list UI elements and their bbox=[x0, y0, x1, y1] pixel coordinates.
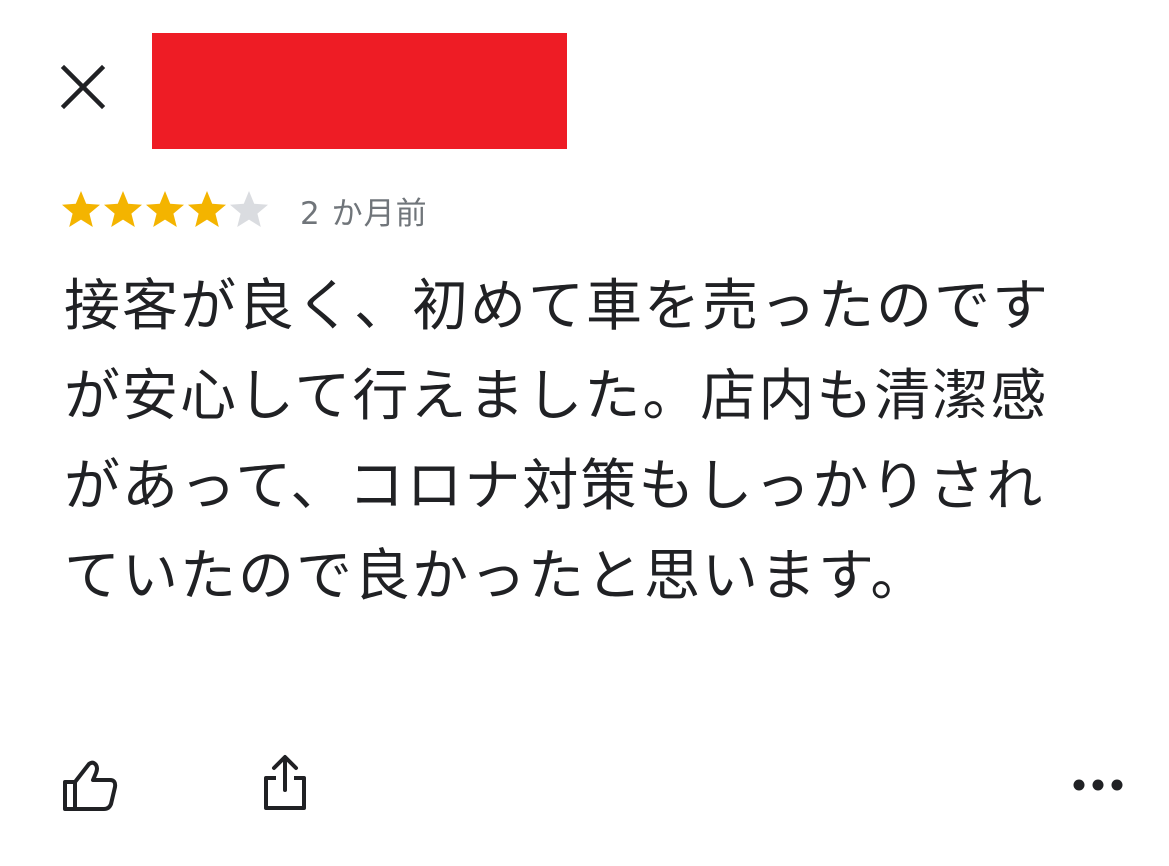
star-filled-icon bbox=[188, 191, 226, 227]
thumbs-up-icon bbox=[63, 760, 118, 811]
like-button[interactable] bbox=[60, 758, 120, 814]
star-empty-icon bbox=[230, 191, 268, 227]
share-button[interactable] bbox=[260, 752, 310, 812]
close-icon bbox=[60, 64, 106, 110]
more-horizontal-icon bbox=[1073, 779, 1123, 791]
rating-row: 2 か月前 bbox=[60, 186, 428, 234]
share-icon bbox=[264, 755, 306, 810]
star-filled-icon bbox=[146, 191, 184, 227]
star-rating bbox=[60, 189, 270, 231]
star-filled-icon bbox=[62, 191, 100, 227]
star-filled-icon bbox=[104, 191, 142, 227]
review-text: 接客が良く、初めて車を売ったのですが安心して行えました。店内も清潔感があって、コ… bbox=[64, 274, 1050, 609]
review-timestamp: 2 か月前 bbox=[300, 195, 428, 232]
redacted-reviewer-name bbox=[152, 33, 567, 149]
more-options-button[interactable] bbox=[1068, 770, 1128, 800]
close-button[interactable] bbox=[56, 60, 112, 116]
review-card: 2 か月前 接客が良く、初めて車を売ったのですが安心して行えました。店内も清潔感… bbox=[0, 0, 1169, 866]
